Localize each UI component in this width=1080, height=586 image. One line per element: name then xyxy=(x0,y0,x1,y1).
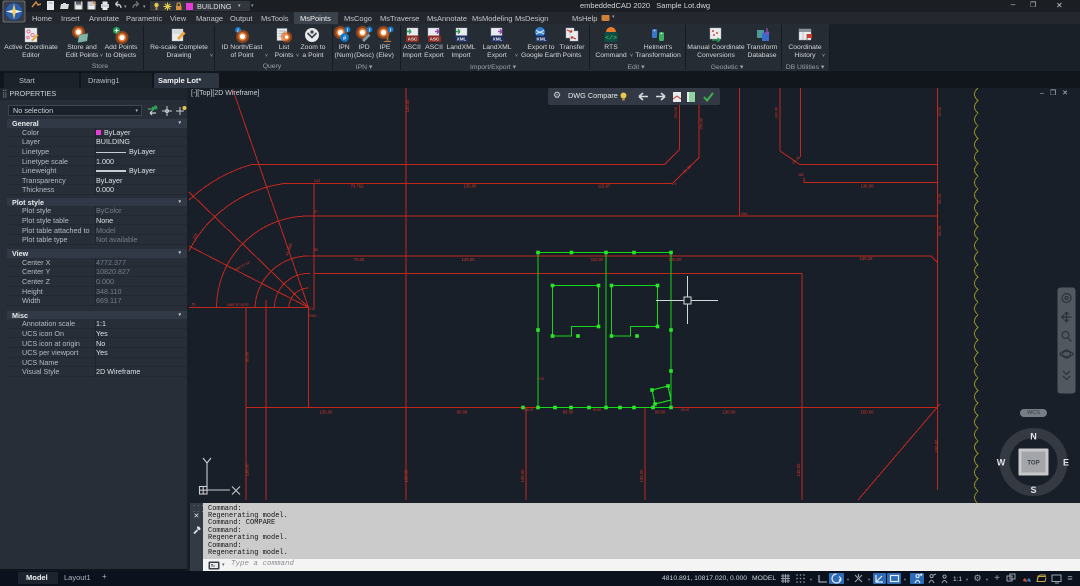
svg-text:130.00: 130.00 xyxy=(464,184,477,189)
svg-text:TOP: TOP xyxy=(1027,461,1039,467)
svg-text:XML: XML xyxy=(457,37,467,42)
svg-text:90.00: 90.00 xyxy=(593,408,602,412)
svg-text:130.00: 130.00 xyxy=(320,410,333,415)
svg-text:110.00: 110.00 xyxy=(591,257,604,262)
svg-text:90.00: 90.00 xyxy=(457,410,468,415)
svg-text:RAD: RAD xyxy=(309,314,317,318)
svg-text:35.00: 35.00 xyxy=(937,225,942,236)
svg-text:36.00: 36.00 xyxy=(937,193,942,204)
svg-text:KML: KML xyxy=(537,37,547,42)
svg-text:E: E xyxy=(1063,458,1069,468)
svg-text:143: 143 xyxy=(314,179,320,183)
svg-text:28.28: 28.28 xyxy=(683,165,693,175)
svg-text:394: 394 xyxy=(741,212,747,216)
svg-text:145.00: 145.00 xyxy=(405,99,410,112)
svg-text:136.00: 136.00 xyxy=(861,184,874,189)
svg-text:70.00: 70.00 xyxy=(354,257,365,262)
svg-text:150.00: 150.00 xyxy=(861,410,874,415)
svg-text:150.00: 150.00 xyxy=(674,107,678,119)
svg-text:25.00: 25.00 xyxy=(525,408,534,412)
svg-text:18.06: 18.06 xyxy=(938,107,942,117)
svg-text:218: 218 xyxy=(309,307,315,311)
svg-text:156.00: 156.00 xyxy=(700,118,704,130)
svg-text:86.00: 86.00 xyxy=(563,410,574,415)
svg-text:140.00: 140.00 xyxy=(462,257,475,262)
svg-text:7.62: 7.62 xyxy=(538,377,545,381)
svg-text:50.: 50. xyxy=(192,303,197,307)
svg-text:138.28: 138.28 xyxy=(860,256,873,261)
svg-text:135.00: 135.00 xyxy=(520,469,525,482)
svg-text:N88°37'42": N88°37'42" xyxy=(234,260,252,272)
svg-text:90.00: 90.00 xyxy=(244,351,249,362)
svg-text:135.00: 135.00 xyxy=(639,469,644,482)
svg-text:25.00: 25.00 xyxy=(681,408,690,412)
svg-text:S: S xyxy=(1030,485,1036,495)
svg-text:N: N xyxy=(1030,432,1037,442)
svg-text:57: 57 xyxy=(314,210,318,214)
svg-text:171: 171 xyxy=(671,182,677,186)
svg-text:N89°57′42″E: N89°57′42″E xyxy=(227,303,249,307)
svg-text:115.97: 115.97 xyxy=(598,184,611,189)
svg-text:140.36: 140.36 xyxy=(775,107,779,119)
svg-text:88: 88 xyxy=(314,248,318,252)
svg-text:228: 228 xyxy=(192,233,198,240)
svg-text:90.00: 90.00 xyxy=(655,410,666,415)
svg-text:138.00: 138.00 xyxy=(245,463,250,476)
svg-text:182: 182 xyxy=(798,173,804,177)
svg-text:W: W xyxy=(997,458,1006,468)
svg-text:ASC: ASC xyxy=(430,37,440,42)
svg-text:</>: </> xyxy=(605,35,617,42)
svg-text:135.00: 135.00 xyxy=(796,463,801,476)
svg-text:XML: XML xyxy=(493,37,503,42)
svg-text:43.1888: 43.1888 xyxy=(285,243,293,257)
svg-text:138.00: 138.00 xyxy=(404,469,409,482)
svg-text:28.38: 28.38 xyxy=(792,156,802,166)
svg-text:130.00: 130.00 xyxy=(723,410,736,415)
svg-text:ASC: ASC xyxy=(408,37,418,42)
svg-text:150.00: 150.00 xyxy=(934,439,939,452)
svg-text:78.762: 78.762 xyxy=(351,184,364,189)
